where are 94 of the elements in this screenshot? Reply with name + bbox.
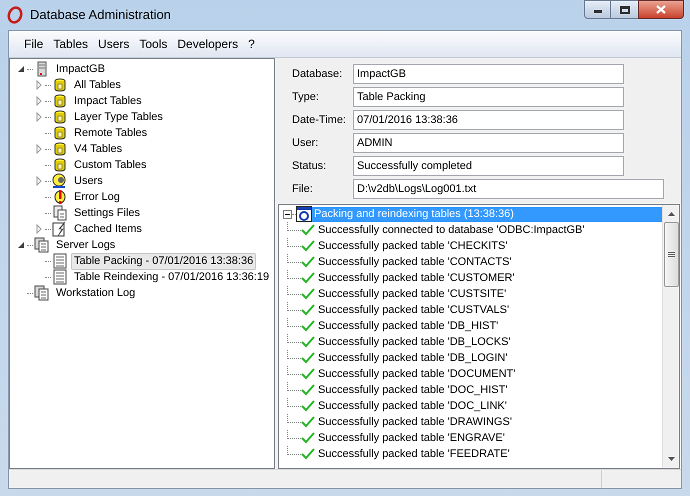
tree-item[interactable]: Users (71, 172, 106, 190)
log-entry: Successfully packed table 'CONTACTS' (318, 254, 512, 270)
check-icon (301, 352, 315, 364)
log-entry: Successfully packed table 'FEEDRATE' (318, 446, 510, 462)
log-entry: Successfully packed table 'ENGRAVE' (318, 430, 505, 446)
menu-item[interactable]: Tools (134, 33, 172, 55)
log-entry: Successfully packed table 'CUSTSITE' (318, 286, 506, 302)
tree-item[interactable]: ImpactGB (53, 60, 108, 78)
menu-item[interactable]: Users (93, 33, 134, 55)
log-entry: Successfully packed table 'CHECKITS' (318, 238, 508, 254)
field-label: Type: (292, 90, 320, 105)
tree-item[interactable]: All Tables (71, 76, 124, 94)
scroll-thumb[interactable] (664, 222, 678, 287)
text-field[interactable]: ImpactGB (353, 64, 624, 84)
menu-item[interactable]: Tables (48, 33, 94, 55)
check-icon (301, 224, 315, 236)
log-entry: Successfully packed table 'CUSTVALS' (318, 302, 510, 318)
error-icon (52, 189, 68, 205)
window-title: Database Administration (30, 6, 171, 24)
tree-item[interactable]: Table Reindexing - 07/01/2016 13:36:19 (71, 268, 272, 286)
expand-arrow-icon[interactable] (34, 96, 44, 106)
check-icon (301, 384, 315, 396)
log-entry: Successfully packed table 'CUSTOMER' (318, 270, 515, 286)
expand-arrow-icon[interactable] (34, 112, 44, 122)
database-icon (52, 125, 68, 141)
database-icon (52, 93, 68, 109)
check-icon (301, 272, 315, 284)
collapse-arrow-icon[interactable] (16, 64, 26, 74)
check-icon (301, 400, 315, 412)
collapse-toggle[interactable] (283, 210, 292, 218)
log-entry: Successfully connected to database 'ODBC:ImpactGB' (318, 222, 584, 238)
text-field[interactable]: 07/01/2016 13:38:36 (353, 110, 624, 130)
field-label: User: (292, 136, 320, 151)
tree-item[interactable]: Error Log (71, 188, 123, 206)
expand-arrow-icon[interactable] (34, 144, 44, 154)
tree-item[interactable]: Impact Tables (71, 92, 145, 110)
expand-arrow-icon[interactable] (34, 224, 44, 234)
text-field[interactable]: D:\v2db\Logs\Log001.txt (353, 179, 664, 199)
check-icon (301, 368, 315, 380)
lightning-note-icon (52, 221, 68, 237)
check-icon (301, 448, 315, 460)
tree-item[interactable]: Layer Type Tables (71, 108, 166, 126)
collapse-arrow-icon[interactable] (16, 240, 26, 250)
tree-item[interactable]: Server Logs (53, 236, 118, 254)
log-entry: Successfully packed table 'DB_LOGIN' (318, 350, 508, 366)
document-icon (52, 253, 68, 269)
text-field[interactable]: Table Packing (353, 87, 624, 107)
tree-item[interactable]: Settings Files (71, 204, 144, 222)
database-icon (52, 141, 68, 157)
log-entry: Successfully packed table 'DOC_HIST' (318, 382, 508, 398)
close-button[interactable] (638, 0, 684, 19)
log-entry: Successfully packed table 'DB_HIST' (318, 318, 498, 334)
field-label: Date-Time: (292, 112, 347, 128)
tree-item[interactable]: Workstation Log (53, 284, 138, 302)
expand-arrow-icon[interactable] (34, 80, 44, 90)
menu-item[interactable]: File (19, 33, 48, 55)
tree-item[interactable]: Custom Tables (71, 156, 150, 174)
close-icon (656, 5, 666, 14)
check-icon (301, 320, 315, 332)
database-icon (52, 157, 68, 173)
files-icon (52, 205, 68, 221)
maximize-button[interactable] (611, 0, 638, 19)
field-label: Status: (292, 158, 328, 174)
log-entry: Successfully packed table 'DB_LOCKS' (318, 334, 511, 350)
field-label: File: (292, 182, 314, 197)
text-field[interactable]: ADMIN (353, 133, 624, 153)
log-entry: Successfully packed table 'DRAWINGS' (318, 414, 512, 430)
text-field[interactable]: Successfully completed (353, 156, 624, 176)
document-stack-icon (34, 237, 50, 253)
log-entry: Successfully packed table 'DOCUMENT' (318, 366, 516, 382)
check-icon (301, 288, 315, 300)
tree-item[interactable]: Table Packing - 07/01/2016 13:38:36 (71, 252, 256, 270)
menu-item[interactable]: Developers (172, 33, 244, 55)
check-icon (301, 256, 315, 268)
document-icon (52, 269, 68, 285)
users-icon (52, 173, 68, 189)
check-icon (301, 304, 315, 316)
check-icon (301, 240, 315, 252)
field-label: Database: (292, 66, 344, 82)
check-icon (301, 432, 315, 444)
check-icon (301, 336, 315, 348)
tree-item[interactable]: Remote Tables (71, 124, 150, 142)
ring-logo-icon (6, 6, 24, 24)
menu-item[interactable]: ? (243, 33, 260, 55)
log-entry: Successfully packed table 'DOC_LINK' (318, 398, 507, 414)
tree-item[interactable]: Cached Items (71, 220, 145, 238)
check-icon (301, 416, 315, 428)
tree-item[interactable]: V4 Tables (71, 140, 126, 158)
minimize-button[interactable] (584, 0, 611, 19)
document-stack-icon (34, 285, 50, 301)
database-icon (52, 77, 68, 93)
scrollbar[interactable] (662, 205, 679, 468)
expand-arrow-icon[interactable] (34, 176, 44, 186)
database-icon (52, 109, 68, 125)
